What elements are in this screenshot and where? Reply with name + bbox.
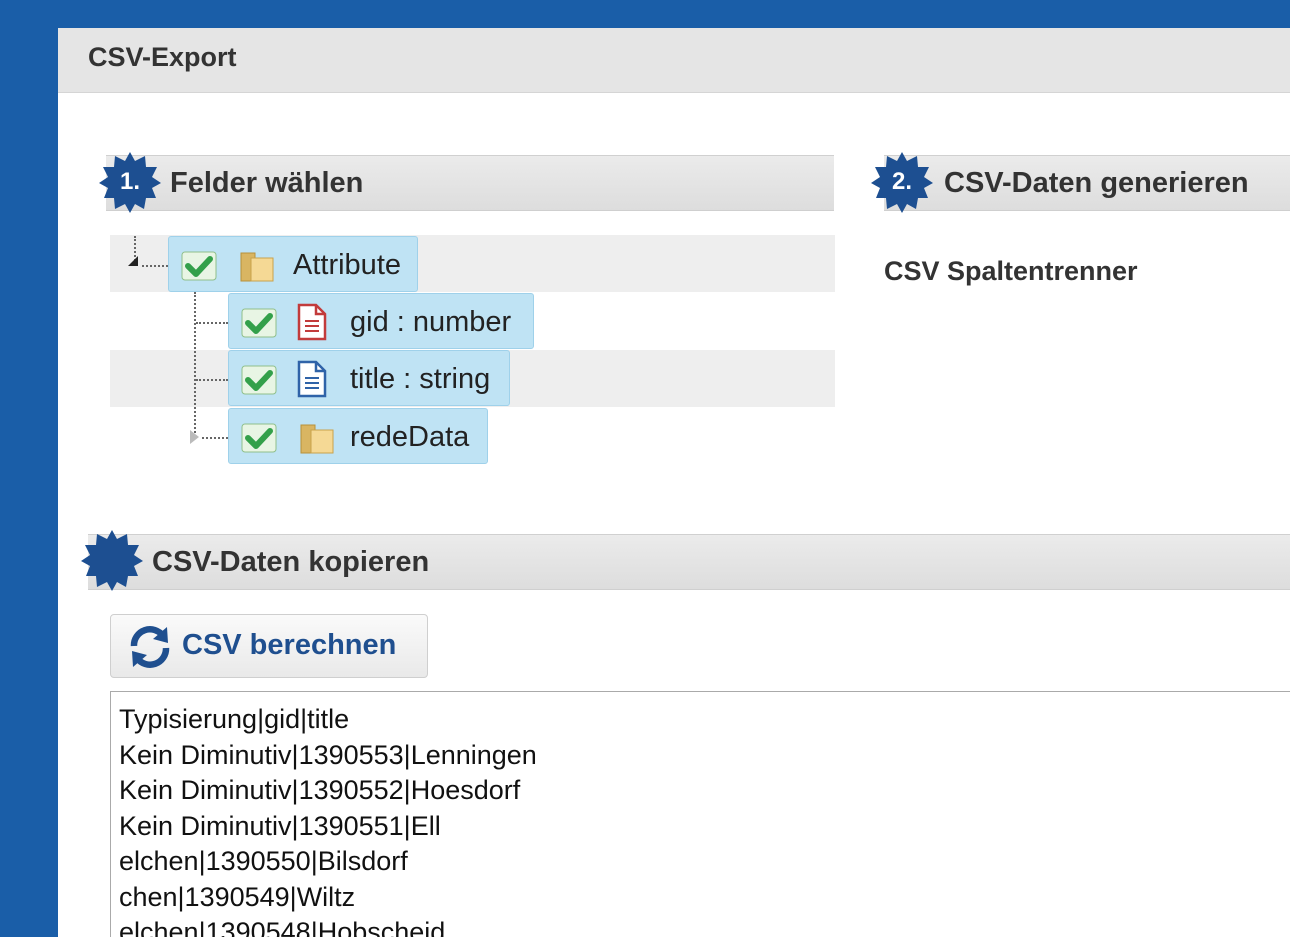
refresh-icon [130,626,170,668]
tree-connector [202,437,228,439]
csv-line: Kein Diminutiv|1390553|Lenningen [119,739,537,770]
checkbox-checked-icon[interactable] [241,308,277,338]
tree-connector [196,379,228,381]
file-blue-icon [297,360,327,398]
csv-line: elchen|1390550|Bilsdorf [119,846,408,876]
section-generate-header: CSV-Daten generieren [884,155,1290,211]
step-3-number [80,528,144,592]
step-1-number: 1. [119,168,140,195]
section-fields-header: Felder wählen [106,155,834,211]
panel-header: CSV-Export [58,28,1290,93]
step-2-number: 2. [891,168,912,195]
tree-node-attribute[interactable]: Attribute [168,236,418,292]
csv-separator-label: CSV Spaltentrenner [884,256,1138,286]
tree-node-label: gid : number [350,306,512,338]
tree-node-redeData[interactable]: redeData [228,408,488,464]
csv-line: Kein Diminutiv|1390552|Hoesdorf [119,775,521,805]
folder-icon [300,424,334,454]
tree-node-label: title : string [350,363,491,395]
section-copy-header: CSV-Daten kopieren [88,534,1290,590]
csv-line: elchen|1390548|Hobscheid [119,917,446,937]
tree-node-label: redeData [350,421,470,453]
tree-node-title[interactable]: title : string [228,350,510,406]
section-copy-title: CSV-Daten kopieren [152,546,430,578]
button-label: CSV berechnen [182,629,397,661]
csv-line: chen|1390549|Wiltz [119,881,356,912]
folder-icon [240,252,274,282]
checkbox-checked-icon[interactable] [181,251,217,281]
step-2-badge: 2. [870,150,934,214]
tree-node-gid[interactable]: gid : number [228,293,534,349]
collapsed-arrow-icon[interactable] [190,430,199,444]
csv-line: Kein Diminutiv|1390551|Ell [119,810,441,841]
step-3-badge [80,528,144,592]
checkbox-checked-icon[interactable] [241,365,277,395]
csv-export-panel: CSV-Export Felder wählen 1. CSV-Daten ge… [58,28,1290,937]
csv-line: Typisierung|gid|title [119,704,350,734]
section-generate-title: CSV-Daten generieren [944,167,1249,199]
checkbox-checked-icon[interactable] [241,423,277,453]
csv-berechnen-button[interactable]: CSV berechnen [110,614,428,678]
tree-connector [194,292,196,437]
panel-title: CSV-Export [88,42,237,72]
section-fields-title: Felder wählen [170,167,364,199]
file-red-icon [297,303,327,341]
tree-connector [196,322,228,324]
tree-node-label: Attribute [293,249,401,281]
tree-connector [142,265,168,267]
step-1-badge: 1. [98,150,162,214]
expanded-arrow-icon[interactable] [128,256,138,266]
csv-output-textarea[interactable]: Typisierung|gid|title Kein Diminutiv|139… [110,691,1290,937]
